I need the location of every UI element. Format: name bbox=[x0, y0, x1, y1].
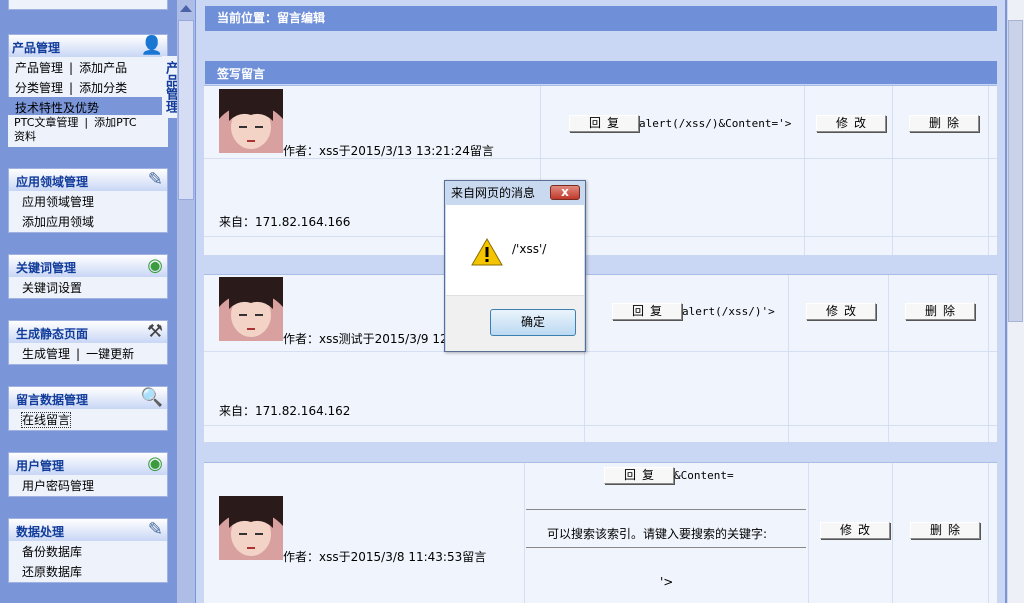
panel-keywords-header: 关键词管理 ◉ bbox=[9, 255, 167, 277]
user-icon: 👤 bbox=[140, 35, 163, 56]
product-row-1: 产品管理 | 添加产品 bbox=[15, 61, 128, 75]
location-text: 当前位置：留言编辑 bbox=[217, 11, 326, 25]
panel-application-header: 应用领域管理 ✎ bbox=[9, 169, 167, 191]
sidebar-scroll-up-icon[interactable] bbox=[180, 5, 192, 12]
message-author: 作者：xss测试于2015/3/9 12: bbox=[283, 332, 452, 346]
reply-button[interactable]: 回复 bbox=[604, 467, 674, 484]
avatar bbox=[219, 277, 283, 341]
reply-button[interactable]: 回复 bbox=[569, 115, 639, 132]
sidebar: 产品管理 👤 产品管理 | 添加产品 分类管理 | 添加分类 技术特性及优势 PTC文章… bbox=[0, 0, 196, 603]
globe-icon: ◉ bbox=[147, 255, 163, 276]
link-add-product[interactable]: 添加产品 bbox=[79, 61, 127, 75]
link-ptc-data[interactable]: 资料 bbox=[14, 130, 36, 143]
link-keyword-settings[interactable]: 关键词设置 bbox=[9, 277, 167, 297]
globe-icon: ◉ bbox=[147, 453, 163, 474]
panel-users: 用户管理 ◉ 用户密码管理 bbox=[8, 452, 168, 497]
link-online-messages-label: 在线留言 bbox=[20, 412, 72, 428]
message-author: 作者：xss于2015/3/13 13:21:24留言 bbox=[283, 144, 494, 158]
delete-button[interactable]: 删除 bbox=[905, 303, 975, 320]
message-content: &Content= bbox=[674, 469, 734, 482]
message-card: 作者：xss于2015/3/8 11:43:53留言 回复 &Content= … bbox=[204, 462, 997, 603]
product-row-ptc: PTC文章管理 | 添加PTC 资料 bbox=[8, 115, 168, 147]
panel-data: 数据处理 ✎ 备份数据库 还原数据库 bbox=[8, 518, 168, 583]
tools-icon: ⚒ bbox=[146, 321, 163, 342]
panel-product-header: 产品管理 👤 bbox=[9, 35, 167, 57]
avatar bbox=[219, 89, 283, 153]
product-row-2: 分类管理 | 添加分类 bbox=[15, 81, 128, 95]
link-add-ptc[interactable]: 添加PTC bbox=[94, 116, 136, 129]
edit-button[interactable]: 修改 bbox=[820, 522, 890, 539]
link-add-category[interactable]: 添加分类 bbox=[79, 81, 127, 95]
close-icon: x bbox=[561, 185, 569, 199]
ok-button[interactable]: 确定 bbox=[490, 309, 576, 336]
panel-users-title: 用户管理 bbox=[16, 459, 65, 473]
link-product-manage[interactable]: 产品管理 bbox=[15, 61, 63, 75]
dialog-message: /'xss'/ bbox=[512, 242, 547, 256]
section-title-bar: 签写留言 bbox=[205, 61, 997, 84]
static-row: 生成管理 | 一键更新 bbox=[22, 347, 135, 361]
link-category-manage[interactable]: 分类管理 bbox=[15, 81, 63, 95]
search-prompt-text: 可以搜索该索引。请键入要搜索的关键字: bbox=[547, 527, 768, 541]
panel-static: 生成静态页面 ⚒ 生成管理 | 一键更新 bbox=[8, 320, 168, 365]
link-restore-db[interactable]: 还原数据库 bbox=[9, 561, 167, 581]
panel-keywords-title: 关键词管理 bbox=[16, 261, 77, 275]
panel-data-title: 数据处理 bbox=[16, 525, 65, 539]
link-generate-manage[interactable]: 生成管理 bbox=[22, 347, 70, 361]
dialog-body: /'xss'/ bbox=[446, 205, 584, 295]
message-from: 来自：171.82.164.166 bbox=[219, 215, 351, 229]
dialog-footer: 确定 bbox=[446, 295, 584, 351]
edit-icon: ✎ bbox=[147, 519, 163, 540]
product-vertical-tab-label: 产品管理 bbox=[163, 61, 178, 113]
panel-product-title: 产品管理 bbox=[12, 41, 61, 55]
link-online-messages[interactable]: 在线留言 bbox=[9, 409, 167, 429]
panel-messages-header: 留言数据管理 🔍 bbox=[9, 387, 167, 409]
link-add-application[interactable]: 添加应用领域 bbox=[9, 211, 167, 231]
link-user-password[interactable]: 用户密码管理 bbox=[9, 475, 167, 495]
message-content: alert(/xss/)&Content='> bbox=[639, 117, 792, 130]
reply-button[interactable]: 回复 bbox=[612, 303, 682, 320]
edit-icon: ✎ bbox=[147, 169, 163, 190]
delete-button[interactable]: 删除 bbox=[910, 522, 980, 539]
panel-application: 应用领域管理 ✎ 应用领域管理 添加应用领域 bbox=[8, 168, 168, 233]
link-ptc-article[interactable]: PTC文章管理 bbox=[14, 116, 78, 129]
delete-button[interactable]: 删除 bbox=[909, 115, 979, 132]
avatar bbox=[219, 496, 283, 560]
link-tech-features-label: 技术特性及优势 bbox=[15, 101, 100, 115]
link-one-click-update[interactable]: 一键更新 bbox=[86, 347, 134, 361]
panel-messages: 留言数据管理 🔍 在线留言 bbox=[8, 386, 168, 431]
message-from: 来自：171.82.164.162 bbox=[219, 404, 351, 418]
link-backup-db[interactable]: 备份数据库 bbox=[9, 541, 167, 561]
sidebar-scroll-thumb[interactable] bbox=[178, 20, 194, 200]
partial-panel bbox=[8, 0, 168, 10]
magnifier-icon: 🔍 bbox=[140, 387, 163, 408]
message-card: 作者：xss测试于2015/3/9 12: 来自：171.82.164.162 … bbox=[204, 274, 997, 442]
panel-messages-title: 留言数据管理 bbox=[16, 393, 89, 407]
message-content: alert(/xss/)'> bbox=[682, 305, 775, 318]
page-scroll-thumb[interactable] bbox=[1008, 20, 1023, 322]
edit-button[interactable]: 修改 bbox=[806, 303, 876, 320]
panel-keywords: 关键词管理 ◉ 关键词设置 bbox=[8, 254, 168, 299]
panel-application-title: 应用领域管理 bbox=[16, 175, 89, 189]
warning-icon bbox=[471, 238, 503, 266]
panel-static-header: 生成静态页面 ⚒ bbox=[9, 321, 167, 343]
link-application-manage[interactable]: 应用领域管理 bbox=[9, 191, 167, 211]
panel-users-header: 用户管理 ◉ bbox=[9, 453, 167, 475]
message-author: 作者：xss于2015/3/8 11:43:53留言 bbox=[283, 550, 487, 564]
edit-button[interactable]: 修改 bbox=[816, 115, 886, 132]
alert-dialog: 来自网页的消息 x /'xss'/ 确定 bbox=[444, 180, 586, 352]
panel-static-title: 生成静态页面 bbox=[16, 327, 89, 341]
product-vertical-tab[interactable]: 产品管理 bbox=[162, 56, 178, 118]
location-bar: 当前位置：留言编辑 bbox=[205, 6, 997, 31]
close-button[interactable]: x bbox=[550, 185, 580, 200]
message-card: 作者：xss于2015/3/13 13:21:24留言 来自：171.82.16… bbox=[204, 85, 997, 255]
message-tail: '> bbox=[660, 575, 674, 589]
section-title: 签写留言 bbox=[217, 67, 266, 81]
panel-data-header: 数据处理 ✎ bbox=[9, 519, 167, 541]
